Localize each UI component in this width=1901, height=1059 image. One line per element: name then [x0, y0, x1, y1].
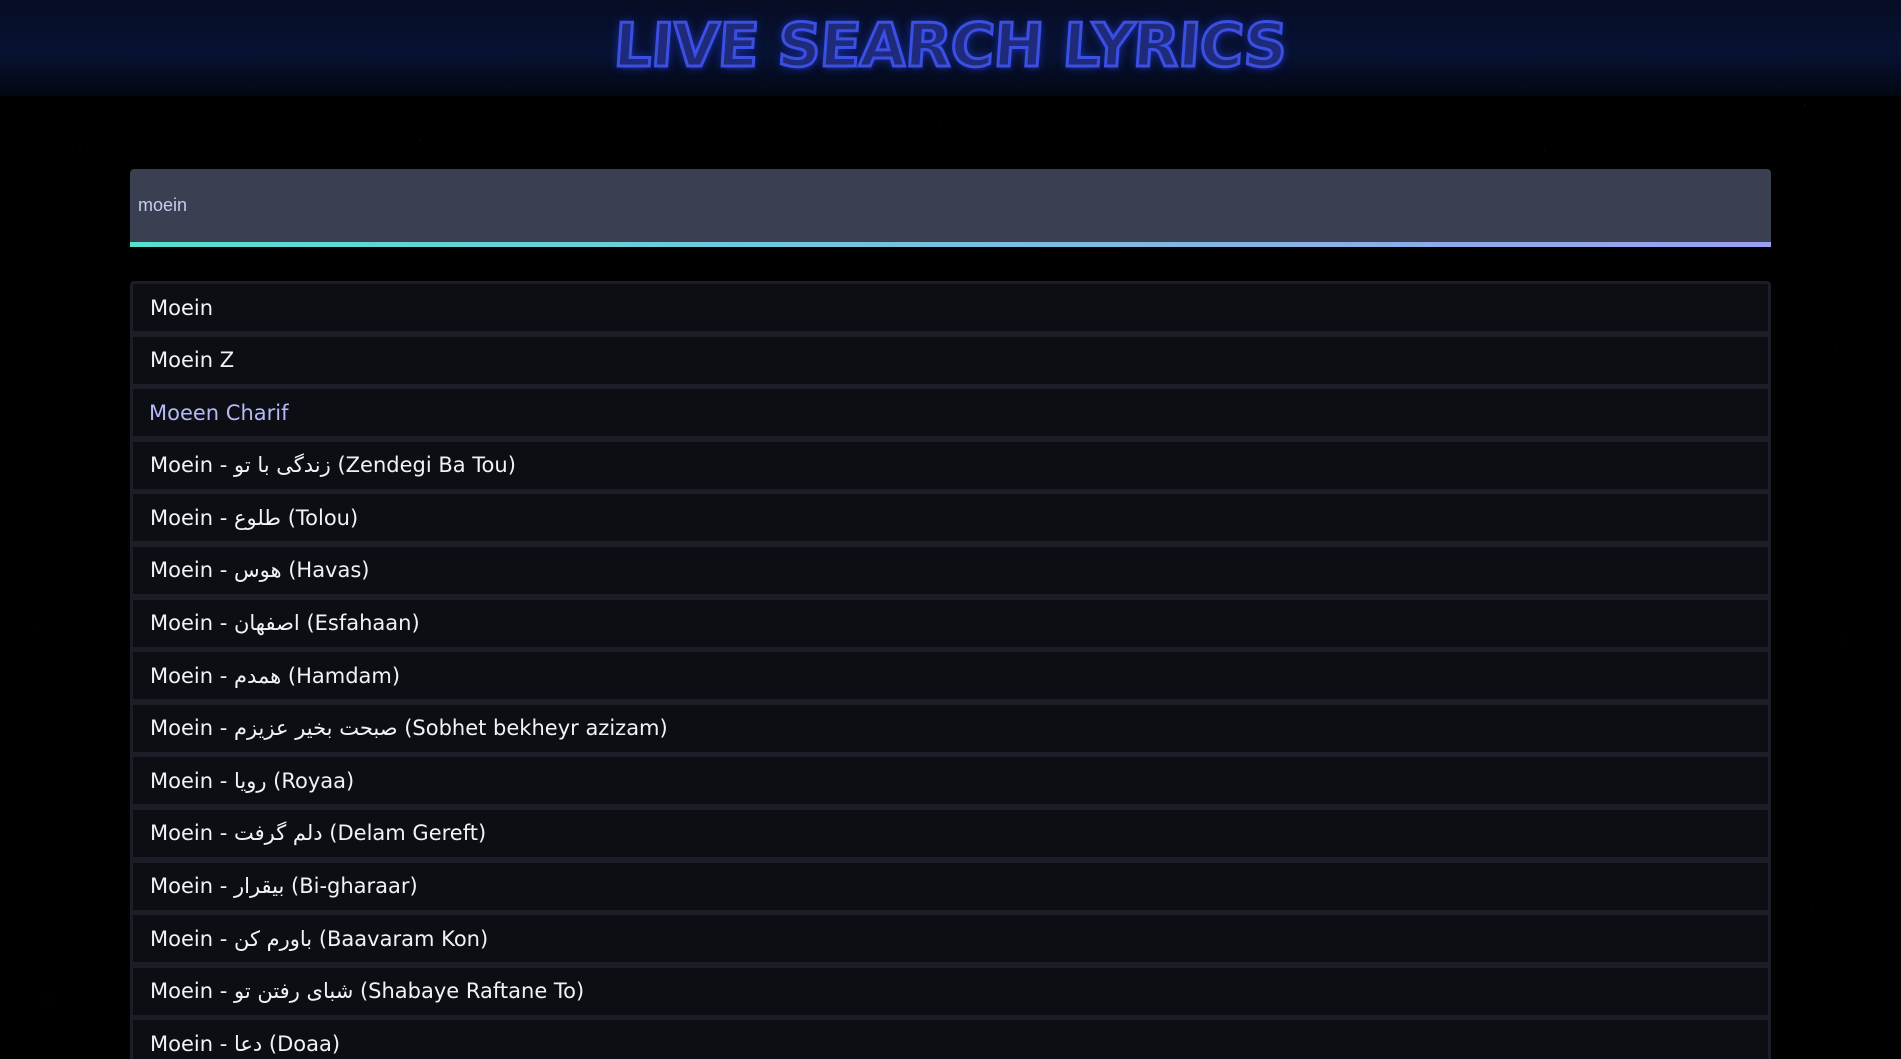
result-item[interactable]: Moein - باورم کن (Baavaram Kon) [133, 915, 1768, 963]
search-box[interactable] [130, 169, 1771, 247]
header-banner: LIVE SEARCH LYRICS [0, 0, 1901, 96]
result-item[interactable]: Moein - طلوع (Tolou) [133, 494, 1768, 542]
result-item[interactable]: Moein - زندگی با تو (Zendegi Ba Tou) [133, 441, 1768, 489]
results-list: Moein Moein Z Moeen Charif Moein - زندگی با… [130, 281, 1771, 1059]
result-item[interactable]: Moein - اصفهان (Esfahaan) [133, 599, 1768, 647]
page: LIVE SEARCH LYRICS Moein Moein Z Moeen Cha… [0, 0, 1901, 1059]
result-item[interactable]: Moein - دعا (Doaa) [133, 1020, 1768, 1059]
result-item[interactable]: Moein - دلم گرفت (Delam Gereft) [133, 809, 1768, 857]
search-input[interactable] [130, 169, 1771, 242]
result-item[interactable]: Moein - صبحت بخیر عزیزم (Sobhet bekheyr … [133, 704, 1768, 752]
result-item[interactable]: Moein - رویا (Royaa) [133, 757, 1768, 805]
site-logo-title: LIVE SEARCH LYRICS [611, 10, 1291, 83]
result-item[interactable]: Moein - هوس (Havas) [133, 546, 1768, 594]
result-item[interactable]: Moein - شبای رفتن تو (Shabaye Raftane To… [133, 967, 1768, 1015]
result-item[interactable]: Moeen Charif [133, 389, 1768, 437]
result-item[interactable]: Moein [133, 284, 1768, 331]
result-item[interactable]: Moein - بیقرار (Bi-gharaar) [133, 862, 1768, 910]
result-item[interactable]: Moein Z [133, 336, 1768, 384]
result-item[interactable]: Moein - همدم (Hamdam) [133, 652, 1768, 700]
